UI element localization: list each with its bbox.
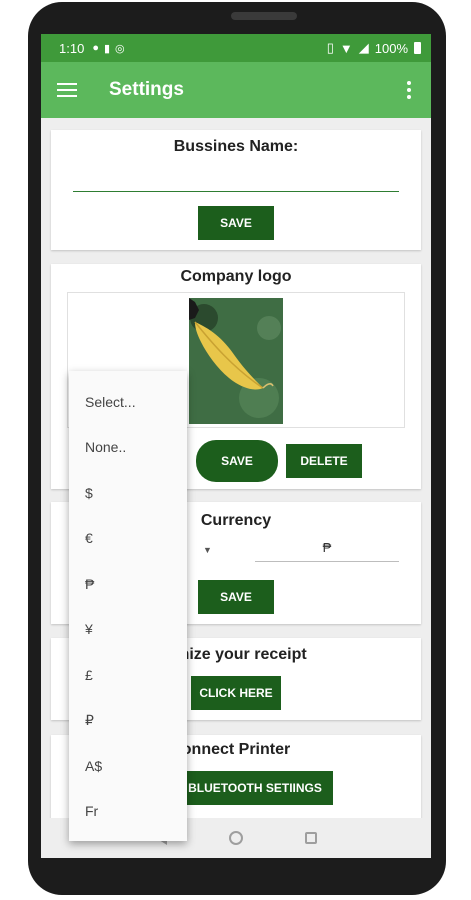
menu-icon[interactable] (57, 83, 77, 97)
app-bar: Settings (41, 62, 431, 118)
customize-receipt-button[interactable]: CLICK HERE (191, 676, 281, 710)
dropdown-option[interactable]: ₱ (69, 561, 187, 607)
sim-icon: ▮ (103, 42, 111, 55)
dropdown-option[interactable]: € (69, 516, 187, 562)
dropdown-option[interactable]: A$ (69, 743, 187, 789)
currency-symbol-field[interactable]: ₱ (255, 534, 399, 562)
dropdown-option[interactable]: £ (69, 652, 187, 698)
battery-icon (414, 42, 421, 54)
status-time: 1:10 (59, 40, 85, 56)
business-name-card: Bussines Name: SAVE (51, 130, 421, 250)
logo-save-button[interactable]: SAVE (196, 440, 278, 482)
vibrate-icon: ▯ (326, 40, 334, 55)
dropdown-option[interactable]: Fr (69, 789, 187, 835)
dropdown-option[interactable]: Select... (69, 379, 187, 425)
business-name-label: Bussines Name: (173, 138, 299, 155)
dropdown-option[interactable]: $ (69, 470, 187, 516)
data-saver-icon: ◎ (115, 42, 125, 55)
currency-dropdown-menu: Select... None.. $ € ₱ ¥ £ ₽ A$ Fr (69, 371, 187, 841)
home-icon[interactable] (228, 831, 243, 845)
signal-icon: ◢ (358, 40, 369, 55)
business-save-button[interactable]: SAVE (198, 206, 274, 240)
logo-delete-button[interactable]: DELETE (286, 444, 362, 478)
chat-icon: ● (92, 42, 99, 54)
business-name-input[interactable] (73, 166, 399, 192)
dropdown-option[interactable]: None.. (69, 425, 187, 471)
speaker-grille (231, 12, 297, 20)
dropdown-option[interactable]: ₽ (69, 698, 187, 744)
currency-save-button[interactable]: SAVE (198, 580, 274, 614)
recent-apps-icon[interactable] (304, 832, 317, 844)
status-bar: 1:10 ● ▮ ◎ ▯ ▼ ◢ 100% (41, 34, 431, 62)
dropdown-option[interactable]: ¥ (69, 607, 187, 653)
battery-percent: 100% (374, 40, 408, 56)
overflow-menu-icon[interactable] (403, 77, 415, 103)
device-screen: 1:10 ● ▮ ◎ ▯ ▼ ◢ 100% Settings Bussines … (41, 34, 431, 858)
bluetooth-settings-button[interactable]: BLUETOOTH SETIINGS (177, 771, 333, 805)
wifi-icon: ▼ (339, 40, 353, 56)
page-title: Settings (109, 79, 184, 100)
company-logo-label: Company logo (180, 268, 292, 285)
currency-symbol-value: ₱ (322, 540, 332, 555)
company-logo-image (189, 298, 283, 424)
currency-dropdown-arrow-icon[interactable]: ▼ (203, 545, 212, 555)
